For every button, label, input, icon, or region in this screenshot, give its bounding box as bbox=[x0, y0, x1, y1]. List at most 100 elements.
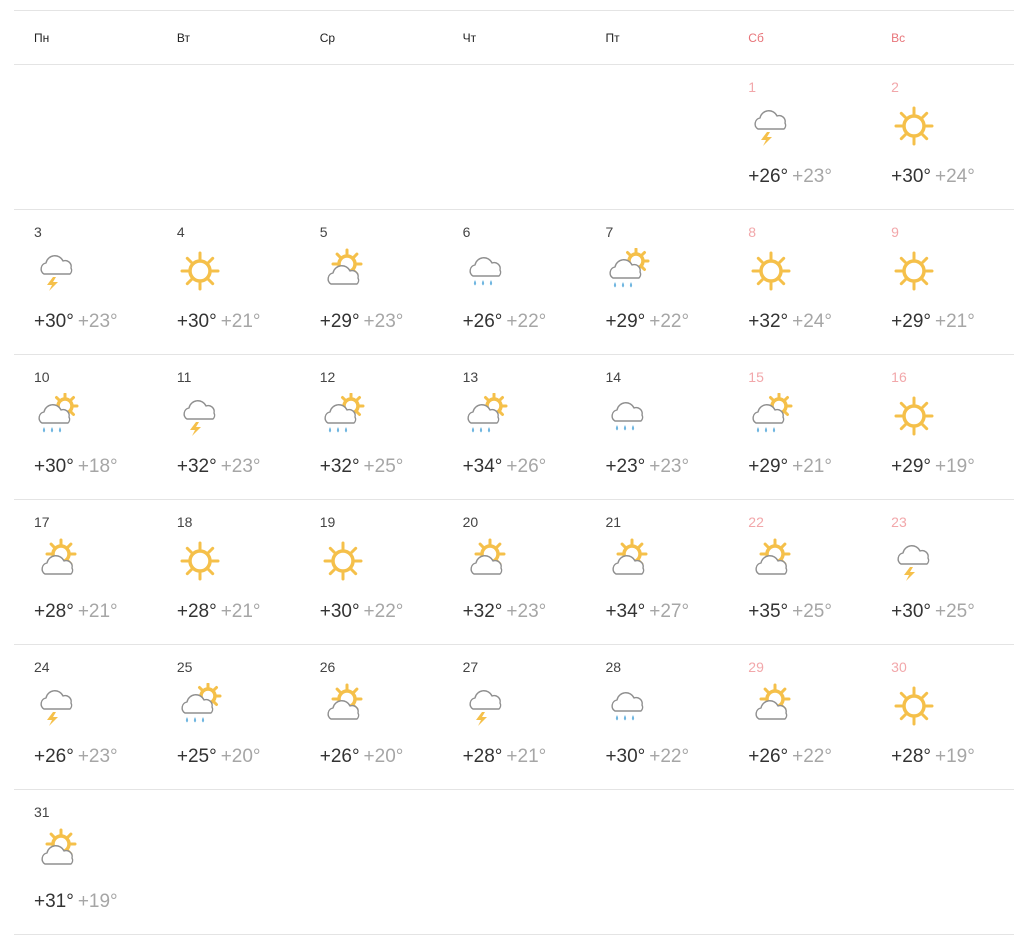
temp-min: +20° bbox=[220, 746, 261, 767]
temp-min: +26° bbox=[506, 456, 547, 477]
temperature-range: +29° +19° bbox=[891, 456, 975, 478]
temp-min: +24° bbox=[934, 166, 975, 187]
temp-min: +22° bbox=[649, 311, 690, 332]
sun-icon bbox=[320, 538, 366, 584]
temp-max: +29° bbox=[319, 311, 360, 332]
weekday-tue: Вт bbox=[157, 11, 300, 64]
temperature-range: +23° +23° bbox=[605, 456, 689, 478]
weekday-label: Вс bbox=[891, 31, 906, 45]
day-cell[interactable]: 28 +30° +22° bbox=[585, 645, 728, 789]
empty-day-cell bbox=[300, 65, 443, 209]
day-cell[interactable]: 19 +30° +22° bbox=[300, 500, 443, 644]
day-cell[interactable]: 3 +30° +23° bbox=[14, 210, 157, 354]
temp-min: +22° bbox=[506, 311, 547, 332]
day-cell[interactable]: 14 +23° +23° bbox=[585, 355, 728, 499]
day-cell[interactable]: 31 +31° +19° bbox=[14, 790, 157, 934]
day-cell[interactable]: 30 +28° +19° bbox=[871, 645, 1014, 789]
temperature-range: +30° +18° bbox=[34, 456, 118, 478]
day-cell[interactable]: 6 +26° +22° bbox=[443, 210, 586, 354]
day-number: 20 bbox=[462, 514, 479, 530]
sun-icon bbox=[177, 538, 223, 584]
day-cell[interactable]: 17 +28° +21° bbox=[14, 500, 157, 644]
temperature-range: +30° +24° bbox=[891, 166, 975, 188]
weekday-wed: Ср bbox=[300, 11, 443, 64]
day-cell[interactable]: 22 +35° +25° bbox=[728, 500, 871, 644]
day-number: 15 bbox=[748, 369, 764, 385]
temp-min: +21° bbox=[934, 311, 975, 332]
temp-max: +28° bbox=[34, 601, 74, 622]
temp-max: +31° bbox=[34, 891, 74, 912]
thunderstorm-icon bbox=[177, 393, 223, 439]
temp-min: +21° bbox=[792, 456, 832, 477]
day-cell[interactable]: 16 +29° +19° bbox=[871, 355, 1014, 499]
day-number: 2 bbox=[891, 79, 899, 95]
partly-cloudy-icon bbox=[320, 248, 366, 294]
empty-day-cell bbox=[728, 790, 871, 934]
day-number: 6 bbox=[462, 224, 471, 240]
weekday-mon: Пн bbox=[14, 11, 157, 64]
day-number: 18 bbox=[176, 514, 193, 530]
day-cell[interactable]: 26 +26° +20° bbox=[300, 645, 443, 789]
day-cell[interactable]: 9 +29° +21° bbox=[871, 210, 1014, 354]
temperature-range: +29° +22° bbox=[605, 311, 689, 333]
day-cell[interactable]: 27 +28° +21° bbox=[443, 645, 586, 789]
empty-day-cell bbox=[443, 790, 586, 934]
empty-day-cell bbox=[871, 790, 1014, 934]
temp-max: +26° bbox=[748, 746, 789, 767]
day-cell[interactable]: 11 +32° +23° bbox=[157, 355, 300, 499]
day-number: 9 bbox=[891, 224, 899, 240]
day-cell[interactable]: 10 +30° +18° bbox=[14, 355, 157, 499]
day-cell[interactable]: 13 +34° +26° bbox=[443, 355, 586, 499]
weekday-label: Пт bbox=[605, 31, 620, 45]
day-cell[interactable]: 1 +26° +23° bbox=[728, 65, 871, 209]
day-cell[interactable]: 7 +29° +22° bbox=[585, 210, 728, 354]
temperature-range: +28° +19° bbox=[891, 746, 975, 768]
temperature-range: +34° +26° bbox=[463, 456, 547, 478]
day-number: 5 bbox=[319, 224, 328, 240]
partly-cloudy-icon bbox=[463, 538, 509, 584]
temp-max: +30° bbox=[605, 746, 646, 767]
partly-cloudy-icon bbox=[748, 683, 794, 729]
day-cell[interactable]: 4 +30° +21° bbox=[157, 210, 300, 354]
temp-max: +30° bbox=[891, 601, 931, 622]
day-number: 31 bbox=[34, 804, 50, 820]
temp-min: +23° bbox=[506, 601, 547, 622]
partly-cloudy-icon bbox=[34, 538, 80, 584]
temp-min: +23° bbox=[363, 311, 404, 332]
temperature-range: +28° +21° bbox=[34, 601, 118, 623]
partly-cloudy-icon bbox=[34, 828, 80, 874]
empty-day-cell bbox=[585, 790, 728, 934]
empty-day-cell bbox=[585, 65, 728, 209]
empty-day-cell bbox=[14, 65, 157, 209]
weekday-sat: Сб bbox=[728, 11, 871, 64]
day-cell[interactable]: 2 +30° +24° bbox=[871, 65, 1014, 209]
temperature-range: +25° +20° bbox=[177, 746, 261, 768]
day-cell[interactable]: 18 +28° +21° bbox=[157, 500, 300, 644]
rain-icon bbox=[605, 683, 651, 729]
day-cell[interactable]: 25 +25° +20° bbox=[157, 645, 300, 789]
day-cell[interactable]: 8 +32° +24° bbox=[728, 210, 871, 354]
temperature-range: +32° +25° bbox=[320, 456, 404, 478]
day-cell[interactable]: 29 +26° +22° bbox=[728, 645, 871, 789]
day-cell[interactable]: 20 +32° +23° bbox=[443, 500, 586, 644]
temp-min: +20° bbox=[363, 746, 404, 767]
day-cell[interactable]: 23 +30° +25° bbox=[871, 500, 1014, 644]
day-number: 10 bbox=[34, 369, 50, 385]
temp-max: +29° bbox=[748, 456, 789, 477]
day-cell[interactable]: 15 +29° +21° bbox=[728, 355, 871, 499]
temperature-range: +32° +23° bbox=[463, 601, 547, 623]
weekday-label: Сб bbox=[748, 31, 764, 45]
temperature-range: +29° +21° bbox=[748, 456, 832, 478]
day-cell[interactable]: 5 +29° +23° bbox=[300, 210, 443, 354]
day-cell[interactable]: 21 +34° +27° bbox=[585, 500, 728, 644]
sun-icon bbox=[891, 248, 937, 294]
temp-min: +23° bbox=[220, 456, 261, 477]
temp-min: +21° bbox=[506, 746, 547, 767]
day-number: 7 bbox=[605, 224, 614, 240]
day-cell[interactable]: 24 +26° +23° bbox=[14, 645, 157, 789]
weekday-thu: Чт bbox=[443, 11, 586, 64]
day-number: 14 bbox=[605, 369, 622, 385]
day-cell[interactable]: 12 +32° +25° bbox=[300, 355, 443, 499]
sun-rain-icon bbox=[320, 392, 366, 439]
partly-cloudy-icon bbox=[320, 683, 366, 729]
